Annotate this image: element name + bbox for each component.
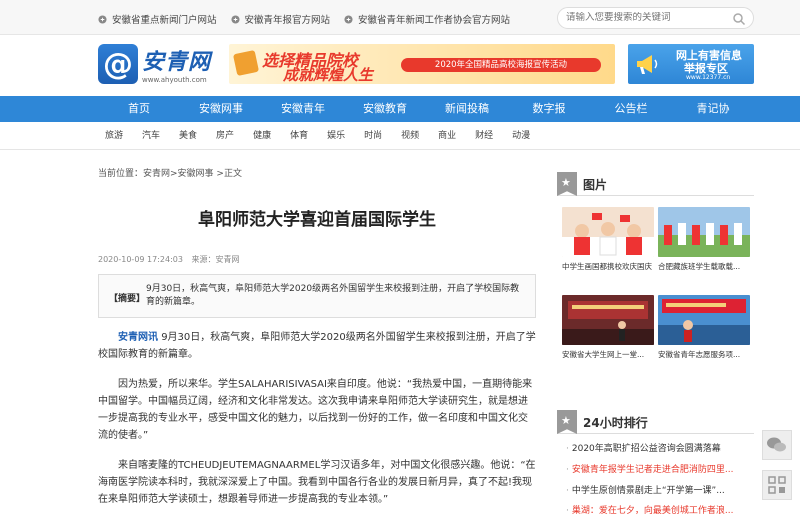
rank-section-header: 24小时排行 [557, 410, 754, 434]
rank-item[interactable]: 巢湖：爱在七夕，向最美创城工作者浪... [566, 503, 754, 516]
report-banner[interactable]: 网上有害信息 举报专区 www.12377.cn [628, 44, 754, 84]
report-url: www.12377.cn [686, 74, 731, 81]
photo-stage-event [562, 295, 654, 345]
star-badge-icon [557, 172, 577, 196]
megaphone-icon [637, 55, 658, 74]
nav-submit-news[interactable]: 新闻投稿 [426, 96, 508, 122]
article-source: 来源：安青网 [191, 255, 240, 264]
top-bar: 安徽省重点新闻门户网站 安徽青年报官方网站 安徽省青年新闻工作者协会官方网站 [0, 0, 800, 35]
article-title: 阜阳师范大学喜迎首届国际学生 [198, 210, 436, 230]
pics-section-title: 图片 [583, 178, 608, 192]
subnav-item[interactable]: 商业 [438, 122, 456, 150]
subnav-item[interactable]: 旅游 [105, 122, 123, 150]
site-logo[interactable]: @ 安青网 www.ahyouth.com [98, 42, 216, 86]
subnav-item[interactable]: 娱乐 [327, 122, 345, 150]
nav-home[interactable]: 首页 [98, 96, 180, 122]
wechat-icon [767, 437, 786, 452]
article-datetime: 2020-10-09 17:24:03 [98, 255, 183, 264]
rank-item[interactable]: 2020年高职扩招公益咨询会圆满落幕 [566, 441, 754, 454]
search-box [557, 7, 754, 29]
paragraph-text: 9月30日，秋高气爽，阜阳师范大学2020级两名外国留学生来校报到注册，开启了学… [98, 332, 536, 360]
main-nav: 首页 安徽网事 安徽青年 安徽教育 新闻投稿 数字报 公告栏 青记协 [0, 96, 800, 122]
star-badge-icon [557, 410, 577, 434]
nav-bulletin[interactable]: 公告栏 [590, 96, 672, 122]
banner-pill: 2020年全国精品高校海报宣传活动 [401, 58, 601, 72]
logo-at-icon: @ [98, 44, 138, 84]
top-link-news-portal[interactable]: 安徽省重点新闻门户网站 [98, 12, 217, 26]
pic-thumb[interactable] [658, 295, 750, 345]
pic-caption[interactable]: 中学生画国都携校欢庆国庆 [562, 261, 658, 272]
wechat-share-button[interactable] [762, 430, 792, 460]
photo-volunteer-forum [658, 295, 750, 345]
subnav-item[interactable]: 健康 [253, 122, 271, 150]
breadcrumb: 当前位置：安青网>安徽网事 >正文 [98, 169, 242, 179]
pics-section-header: 图片 [557, 172, 754, 196]
subnav-item[interactable]: 汽车 [142, 122, 160, 150]
subnav-item[interactable]: 体育 [290, 122, 308, 150]
summary-text: 9月30日，秋高气爽，阜阳师范大学2020级两名外国留学生来校报到注册，开启了学… [146, 284, 520, 307]
link-icon [344, 14, 353, 24]
qrcode-icon [768, 476, 786, 494]
article-paragraph: 安青网讯 9月30日，秋高气爽，阜阳师范大学2020级两名外国留学生来校报到注册… [98, 329, 536, 363]
rank-section-title: 24小时排行 [583, 416, 648, 430]
pic-caption[interactable]: 安徽省大学生网上一堂... [562, 349, 658, 360]
article-paragraph: 因为热爱，所以来华。学生SALAHARISIVASAI来自印度。他说：“我热爱中… [98, 379, 533, 441]
rank-item[interactable]: 安徽青年报学生记者走进合肥消防四里... [566, 462, 754, 475]
top-link-journalist-assoc[interactable]: 安徽省青年新闻工作者协会官方网站 [344, 12, 510, 26]
search-input[interactable] [566, 12, 726, 23]
search-icon[interactable] [732, 12, 746, 26]
pic-thumb[interactable] [562, 207, 654, 257]
subnav-item[interactable]: 财经 [475, 122, 493, 150]
sub-nav: 旅游 汽车 美食 房产 健康 体育 娱乐 时尚 视频 商业 财经 动漫 [0, 122, 800, 150]
nav-digital-paper[interactable]: 数字报 [508, 96, 590, 122]
article-paragraph: 来自喀麦隆的TCHEUDJEUTEMAGNAARMEL学习汉语多年，对中国文化很… [98, 460, 536, 505]
photo-tibetan-dance [658, 207, 750, 257]
qrcode-button[interactable] [762, 470, 792, 500]
article-meta: 2020-10-09 17:24:03 来源：安青网 [98, 254, 246, 265]
logo-name: 安青网 [142, 49, 212, 75]
pic-thumb[interactable] [562, 295, 654, 345]
pic-caption[interactable]: 合肥藏族班学生载歌载... [658, 261, 754, 272]
link-icon [230, 14, 240, 24]
pic-caption[interactable]: 安徽省青年志愿服务项... [658, 349, 754, 360]
ad-banner[interactable]: 选择精品院校 成就辉煌人生 2020年全国精品高校海报宣传活动 [229, 44, 615, 84]
nav-anhui-education[interactable]: 安徽教育 [344, 96, 426, 122]
banner-line2: 成就辉煌人生 [283, 66, 374, 84]
subnav-item[interactable]: 时尚 [364, 122, 382, 150]
nav-journalist-assoc[interactable]: 青记协 [672, 96, 754, 122]
article-lead: 安青网讯 [118, 332, 158, 343]
subnav-item[interactable]: 视频 [401, 122, 419, 150]
subnav-item[interactable]: 美食 [179, 122, 197, 150]
logo-url: www.ahyouth.com [142, 76, 207, 84]
top-link-youth-paper[interactable]: 安徽青年报官方网站 [230, 12, 330, 26]
subnav-item[interactable]: 动漫 [512, 122, 530, 150]
nav-anhui-youth[interactable]: 安徽青年 [262, 96, 344, 122]
summary-tag: 【摘要】 [109, 294, 146, 304]
link-icon [98, 14, 107, 24]
subnav-item[interactable]: 房产 [216, 122, 234, 150]
article-summary: 【摘要】 9月30日，秋高气爽，阜阳师范大学2020级两名外国留学生来校报到注册… [98, 274, 536, 318]
top-links: 安徽省重点新闻门户网站 安徽青年报官方网站 安徽省青年新闻工作者协会官方网站 [98, 12, 524, 26]
pic-thumb[interactable] [658, 207, 750, 257]
photo-kids-flags [562, 207, 654, 257]
rank-item[interactable]: 中学生原创情景剧走上“开学第一课”... [566, 483, 754, 496]
graduation-cap-icon [232, 49, 260, 77]
nav-anhui-news[interactable]: 安徽网事 [180, 96, 262, 122]
